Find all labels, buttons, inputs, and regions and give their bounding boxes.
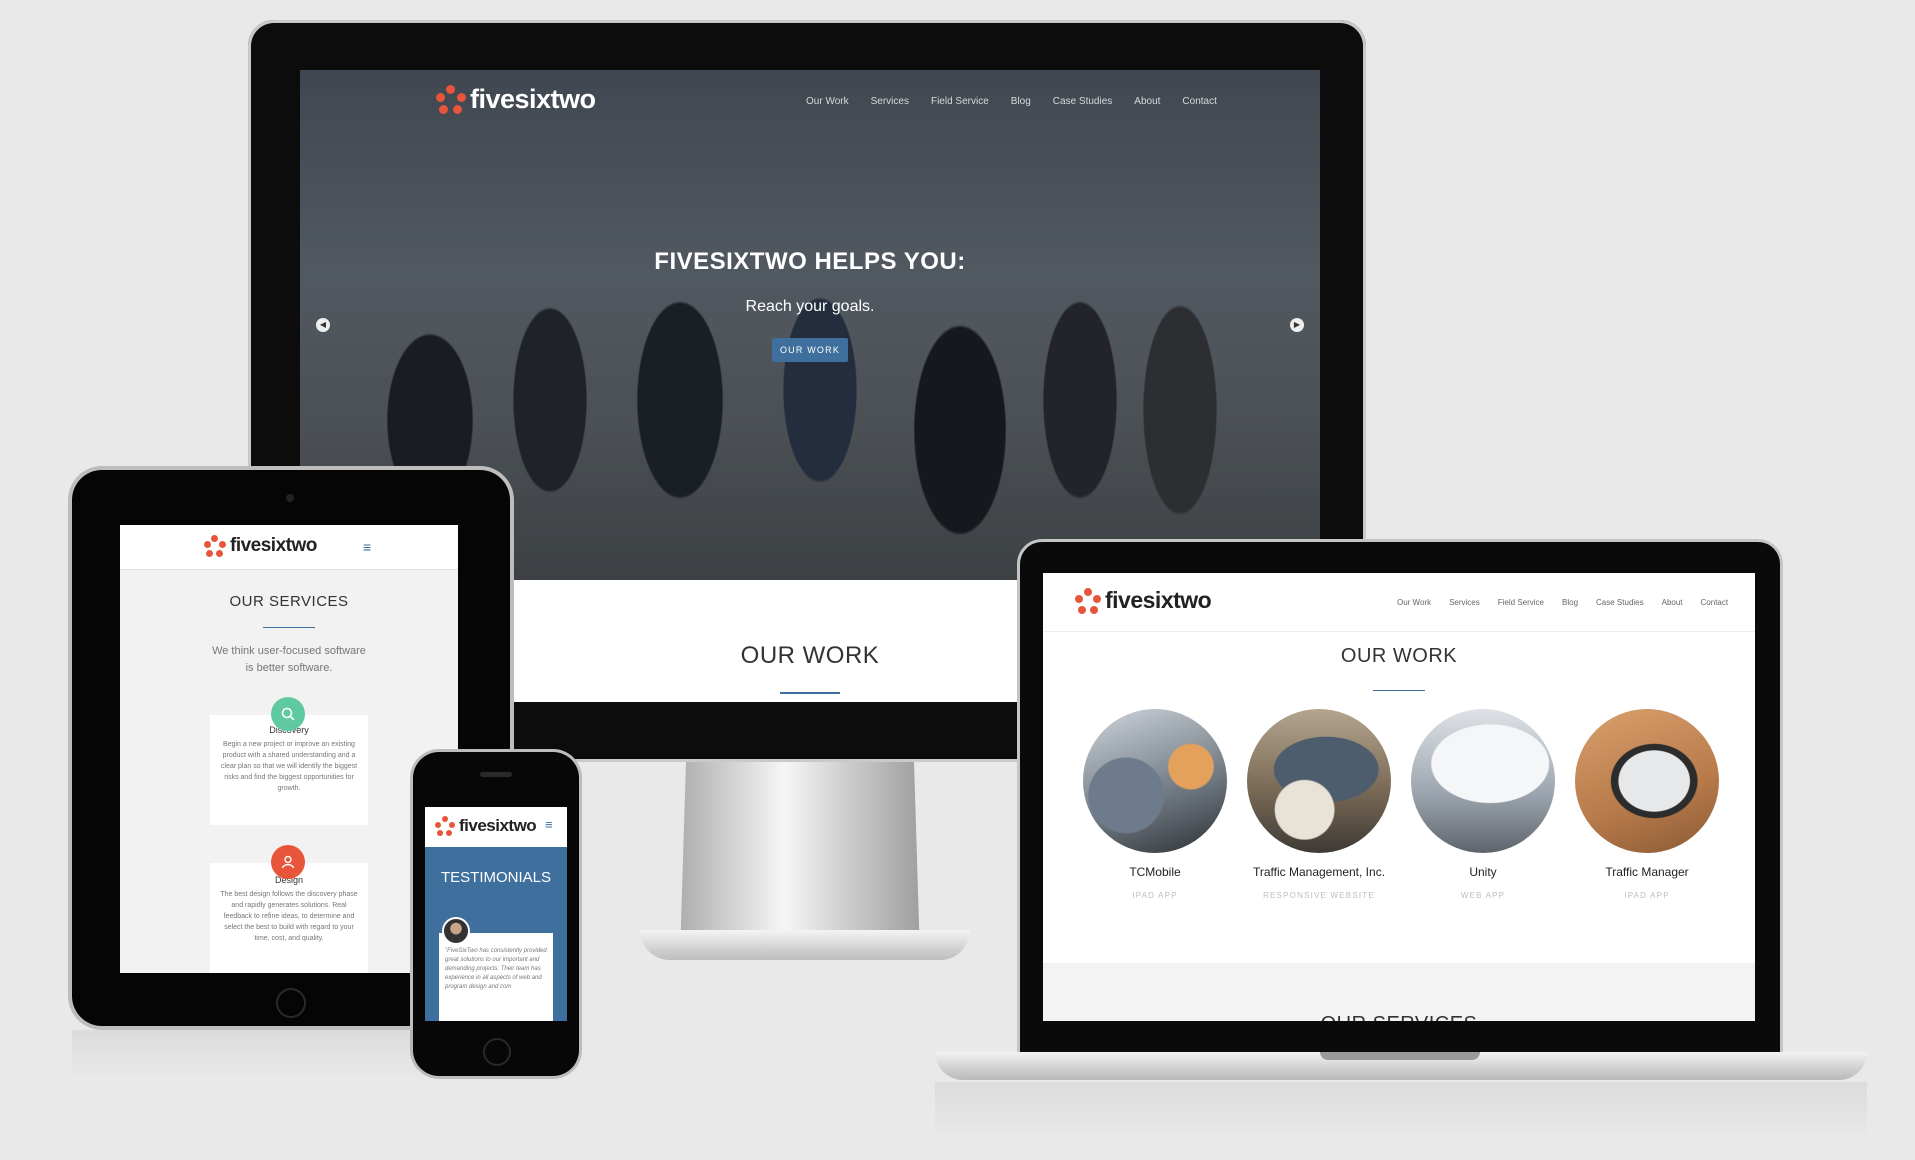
tcmobile-thumbnail [1083,709,1227,853]
services-intro: We think user-focused software is better… [212,645,366,674]
phone-header: fivesixtwo ≡ [425,807,567,847]
hero-subtitle: Reach your goals. [745,298,875,315]
section-underline [780,692,840,694]
logo-icon [204,535,226,557]
laptop-header: fivesixtwo Our Work Services Field Servi… [1043,573,1755,632]
nav-field-service[interactable]: Field Service [1498,598,1544,607]
laptop-logo[interactable]: fivesixtwo [1075,587,1212,614]
nav-field-service[interactable]: Field Service [931,96,989,107]
tablet-section-title: OUR SERVICES [229,593,349,610]
phone-screen: fivesixtwo ≡ TESTIMONIALS "FiveSixTwo ha… [425,807,567,1021]
work-item-unity[interactable]: Unity WEB APP [1403,709,1563,900]
service-text: The best design follows the discovery ph… [220,891,358,942]
work-name: Unity [1469,865,1497,879]
section-underline [1373,690,1425,691]
nav-our-work[interactable]: Our Work [806,96,849,107]
nav-our-work[interactable]: Our Work [1397,598,1431,607]
service-text: Begin a new project or improve an existi… [220,741,358,792]
nav-case-studies[interactable]: Case Studies [1596,598,1644,607]
nav-case-studies[interactable]: Case Studies [1053,96,1112,107]
service-card-discovery: Discovery Begin a new project or improve… [210,715,368,825]
laptop-notch [1320,1052,1480,1060]
main-nav: Our Work Services Field Service Blog Cas… [806,96,1217,107]
our-work-button[interactable]: OUR WORK [772,338,848,362]
logo-text: fivesixtwo [470,84,596,114]
unity-thumbnail [1411,709,1555,853]
work-type: IPAD APP [1132,891,1178,900]
phone-logo[interactable]: fivesixtwo [435,816,537,836]
traffic-manager-thumbnail [1575,709,1719,853]
work-name: Traffic Manager [1605,865,1689,879]
work-item-traffic-manager[interactable]: Traffic Manager IPAD APP [1567,709,1727,900]
work-type: WEB APP [1460,891,1506,900]
laptop-screen: fivesixtwo Our Work Services Field Servi… [1043,573,1755,1021]
logo-text: fivesixtwo [459,816,537,835]
traffic-management-thumbnail [1247,709,1391,853]
work-name: Traffic Management, Inc. [1252,865,1386,879]
testimonial-card: "FiveSixTwo has consistently provided gr… [439,933,553,1021]
nav-blog[interactable]: Blog [1562,598,1578,607]
laptop-section-title: OUR WORK [1340,645,1458,667]
carousel-prev-icon[interactable]: ◀ [316,318,330,332]
phone-speaker [480,772,512,777]
search-icon [271,697,305,731]
service-card-design: Design The best design follows the disco… [210,863,368,973]
nav-services[interactable]: Services [1449,598,1480,607]
nav-blog[interactable]: Blog [1011,96,1031,107]
work-item-tcmobile[interactable]: TCMobile IPAD APP [1075,709,1235,900]
tablet-header: fivesixtwo ≡ [120,525,458,570]
logo-icon [435,816,455,836]
nav-contact[interactable]: Contact [1701,598,1729,607]
testimonial-quote: "FiveSixTwo has consistently provided gr… [445,948,547,990]
section-underline [263,627,315,628]
site-logo[interactable]: fivesixtwo [436,84,596,115]
avatar [442,917,470,945]
logo-icon [1075,587,1101,614]
services-section: OUR SERVICES [1043,963,1755,1021]
next-section-title: OUR SERVICES [1043,1013,1755,1021]
logo-text: fivesixtwo [230,535,317,556]
tablet-screen: fivesixtwo ≡ OUR SERVICES We think user-… [120,525,458,973]
laptop-reflection [935,1082,1867,1142]
tablet-home-button[interactable] [276,988,306,1018]
nav-about[interactable]: About [1662,598,1683,607]
work-name: TCMobile [1129,865,1181,879]
work-item-traffic-management[interactable]: Traffic Management, Inc. RESPONSIVE WEBS… [1239,709,1399,900]
menu-icon[interactable]: ≡ [545,817,553,832]
tablet-reflection [72,1030,510,1080]
monitor-stand [680,762,920,957]
laptop-nav: Our Work Services Field Service Blog Cas… [1397,598,1728,607]
logo-icon [436,84,466,115]
nav-services[interactable]: Services [871,96,909,107]
carousel-next-icon[interactable]: ▶ [1290,318,1304,332]
hero-title: FIVESIXTWO HELPS YOU: [654,248,966,275]
user-icon [271,845,305,879]
testimonials-title: TESTIMONIALS [440,869,552,886]
menu-icon[interactable]: ≡ [363,539,371,555]
work-type: IPAD APP [1624,891,1670,900]
tablet-logo[interactable]: fivesixtwo [204,535,317,557]
monitor-base [640,930,970,960]
nav-contact[interactable]: Contact [1182,96,1216,107]
nav-about[interactable]: About [1134,96,1160,107]
logo-text: fivesixtwo [1105,587,1212,613]
work-type: RESPONSIVE WEBSITE [1263,891,1375,900]
tablet-camera [286,494,294,502]
